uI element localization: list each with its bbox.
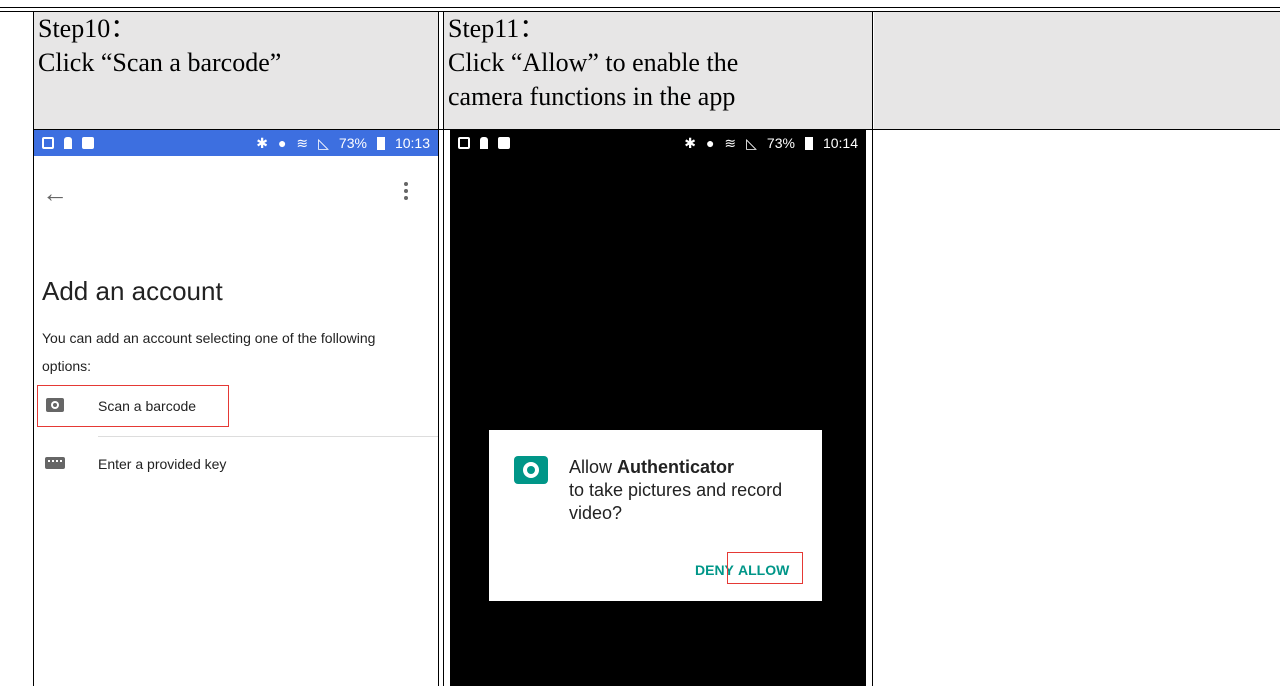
option-scan-barcode[interactable]: Scan a barcode — [42, 388, 438, 424]
image-notification-icon — [82, 137, 94, 149]
battery-icon — [376, 136, 385, 150]
battery-percent: 73% — [338, 135, 367, 151]
permission-dialog: Allow Authenticator to take pictures and… — [489, 430, 822, 601]
wifi-icon: ≋ — [296, 134, 309, 151]
status-time: 10:14 — [822, 135, 858, 151]
battery-percent: 73% — [766, 135, 795, 151]
option-label: Enter a provided key — [98, 456, 227, 472]
bluetooth-icon: ✱ — [256, 134, 268, 151]
dialog-message: Allow Authenticator to take pictures and… — [569, 456, 809, 525]
bluetooth-icon: ✱ — [684, 134, 696, 151]
no-signal-icon: ◺ — [318, 134, 329, 151]
status-time: 10:13 — [394, 135, 430, 151]
dialog-text: to take pictures and record video? — [569, 480, 783, 523]
step11-header: Step11： Click “Allow” to enable the came… — [444, 12, 872, 129]
step10-header: Step10： Click “Scan a barcode” — [34, 12, 438, 129]
col-divider-1a — [438, 12, 439, 686]
more-options-icon[interactable] — [404, 182, 408, 200]
col-divider-1b — [443, 12, 444, 686]
battery-icon — [804, 136, 813, 150]
dnd-icon: ● — [705, 135, 715, 151]
image-notification-icon — [498, 137, 510, 149]
no-signal-icon: ◺ — [746, 134, 757, 151]
phone1-status-bar: ✱ ● ≋ ◺ 73% 10:13 — [34, 130, 438, 156]
download-notification-icon — [42, 137, 54, 149]
option-label: Scan a barcode — [98, 398, 197, 414]
download-notification-icon — [458, 137, 470, 149]
step11-desc-line2: camera functions in the app — [448, 82, 736, 111]
step11-title: Step11： — [448, 14, 546, 43]
keyhole-notification-icon — [64, 137, 72, 149]
option-enter-key[interactable]: Enter a provided key — [42, 450, 438, 482]
wifi-icon: ≋ — [724, 134, 737, 151]
dialog-app-name: Authenticator — [617, 457, 735, 477]
option-divider — [98, 436, 438, 437]
phone2-status-bar: ✱ ● ≋ ◺ 73% 10:14 — [450, 130, 866, 156]
camera-icon — [514, 456, 548, 484]
col-divider-2 — [872, 12, 873, 686]
empty-header-cell — [874, 12, 1280, 129]
step10-desc: Click “Scan a barcode” — [38, 48, 282, 77]
dnd-icon: ● — [277, 135, 287, 151]
dialog-prefix: Allow — [569, 457, 618, 477]
keyhole-notification-icon — [480, 137, 488, 149]
back-arrow-icon[interactable]: ← — [42, 178, 68, 209]
allow-button[interactable]: ALLOW — [738, 562, 789, 578]
keyboard-icon — [45, 457, 65, 469]
step10-title: Step10： — [38, 14, 137, 43]
phone2-screen: ✱ ● ≋ ◺ 73% 10:14 Allow Authenticator to… — [450, 130, 866, 686]
camera-icon — [46, 398, 64, 412]
page-title: Add an account — [42, 276, 223, 306]
step11-desc-line1: Click “Allow” to enable the — [448, 48, 739, 77]
description: You can add an account selecting one of … — [42, 330, 376, 374]
table-top-border-outer — [0, 7, 1280, 8]
phone1-screen: ✱ ● ≋ ◺ 73% 10:13 ← Add an account You c… — [34, 130, 438, 686]
